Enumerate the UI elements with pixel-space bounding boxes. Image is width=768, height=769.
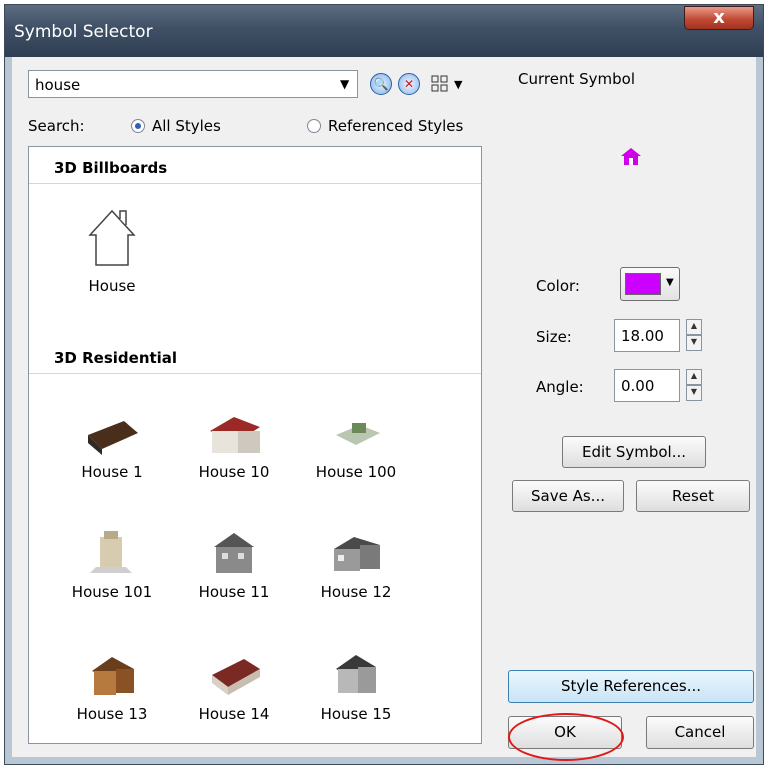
size-value[interactable]: 18.00 <box>621 327 664 345</box>
symbol-item[interactable]: House 11 <box>179 529 289 609</box>
highlight-annotation <box>508 713 624 761</box>
clear-search-button[interactable]: ✕ <box>398 73 420 95</box>
save-as-button[interactable]: Save As... <box>512 480 624 512</box>
symbol-item-label: House 13 <box>76 705 148 723</box>
current-symbol-label: Current Symbol <box>518 70 635 88</box>
category-divider <box>29 183 481 184</box>
angle-increment-button[interactable]: ▲ <box>686 369 702 385</box>
symbol-item[interactable]: House 15 <box>301 651 411 731</box>
clear-search-icon: ✕ <box>403 77 415 91</box>
symbol-item-label: House 11 <box>198 583 270 601</box>
search-input[interactable]: house <box>35 76 80 94</box>
house-model-icon <box>334 537 380 571</box>
angle-value[interactable]: 0.00 <box>621 377 654 395</box>
house-model-icon <box>92 657 134 695</box>
symbol-item[interactable]: House 13 <box>57 651 167 731</box>
house-model-icon <box>210 417 260 453</box>
size-increment-button[interactable]: ▲ <box>686 319 702 335</box>
symbol-item-label: House 101 <box>71 583 153 601</box>
symbol-item[interactable]: House 1 <box>57 409 167 489</box>
radio-all-styles-label[interactable]: All Styles <box>152 117 221 135</box>
symbol-item-label: House <box>88 277 136 295</box>
symbol-item-label: House 100 <box>315 463 397 481</box>
cancel-button[interactable]: Cancel <box>646 716 754 749</box>
search-label: Search: <box>28 117 85 135</box>
angle-input[interactable]: 0.00 <box>614 369 680 402</box>
view-mode-chevron-icon[interactable]: ▼ <box>454 78 462 91</box>
grid-view-icon <box>431 75 448 92</box>
color-swatch <box>625 273 661 295</box>
house-model-icon <box>336 423 380 445</box>
edit-symbol-button[interactable]: Edit Symbol... <box>562 436 706 468</box>
radio-referenced-styles[interactable] <box>307 119 321 133</box>
symbol-list[interactable]: 3D Billboards House 3D Residential House… <box>28 146 482 744</box>
house-model-icon <box>90 531 132 573</box>
house-outline-icon <box>88 209 136 266</box>
magnifier-icon: 🔍 <box>373 77 389 91</box>
angle-decrement-button[interactable]: ▼ <box>686 385 702 401</box>
house-model-icon <box>88 421 138 455</box>
window-title: Symbol Selector <box>14 22 153 42</box>
angle-label: Angle: <box>536 378 584 396</box>
symbol-item[interactable]: House 12 <box>301 529 411 609</box>
category-header: 3D Residential <box>54 349 178 367</box>
symbol-item[interactable]: House 10 <box>179 409 289 489</box>
symbol-item[interactable]: House 100 <box>301 409 411 489</box>
category-header: 3D Billboards <box>54 159 168 177</box>
symbol-item-label: House 12 <box>320 583 392 601</box>
reset-button[interactable]: Reset <box>636 480 750 512</box>
current-symbol-preview-icon <box>621 148 641 165</box>
chevron-down-icon[interactable]: ▼ <box>340 77 349 91</box>
house-model-icon <box>214 533 254 573</box>
close-button[interactable]: x <box>684 6 754 30</box>
size-decrement-button[interactable]: ▼ <box>686 335 702 351</box>
radio-referenced-styles-label[interactable]: Referenced Styles <box>328 117 463 135</box>
size-label: Size: <box>536 328 572 346</box>
color-label: Color: <box>536 277 580 295</box>
search-combobox[interactable]: house ▼ <box>28 70 358 98</box>
symbol-item-label: House 1 <box>81 463 143 481</box>
house-model-icon <box>336 655 376 693</box>
radio-all-styles[interactable] <box>131 119 145 133</box>
category-divider <box>29 373 481 374</box>
view-mode-button[interactable] <box>430 74 450 94</box>
symbol-item[interactable]: House 101 <box>57 529 167 609</box>
color-picker-button[interactable]: ▼ <box>620 267 680 301</box>
symbol-item-label: House 15 <box>320 705 392 723</box>
symbol-item[interactable]: House <box>57 203 167 313</box>
chevron-down-icon: ▼ <box>666 277 674 288</box>
symbol-item-label: House 10 <box>198 463 270 481</box>
style-references-button[interactable]: Style References... <box>508 670 754 703</box>
symbol-item[interactable]: House 14 <box>179 651 289 731</box>
search-button[interactable]: 🔍 <box>370 73 392 95</box>
house-model-icon <box>212 659 260 695</box>
size-input[interactable]: 18.00 <box>614 319 680 352</box>
symbol-item-label: House 14 <box>198 705 270 723</box>
